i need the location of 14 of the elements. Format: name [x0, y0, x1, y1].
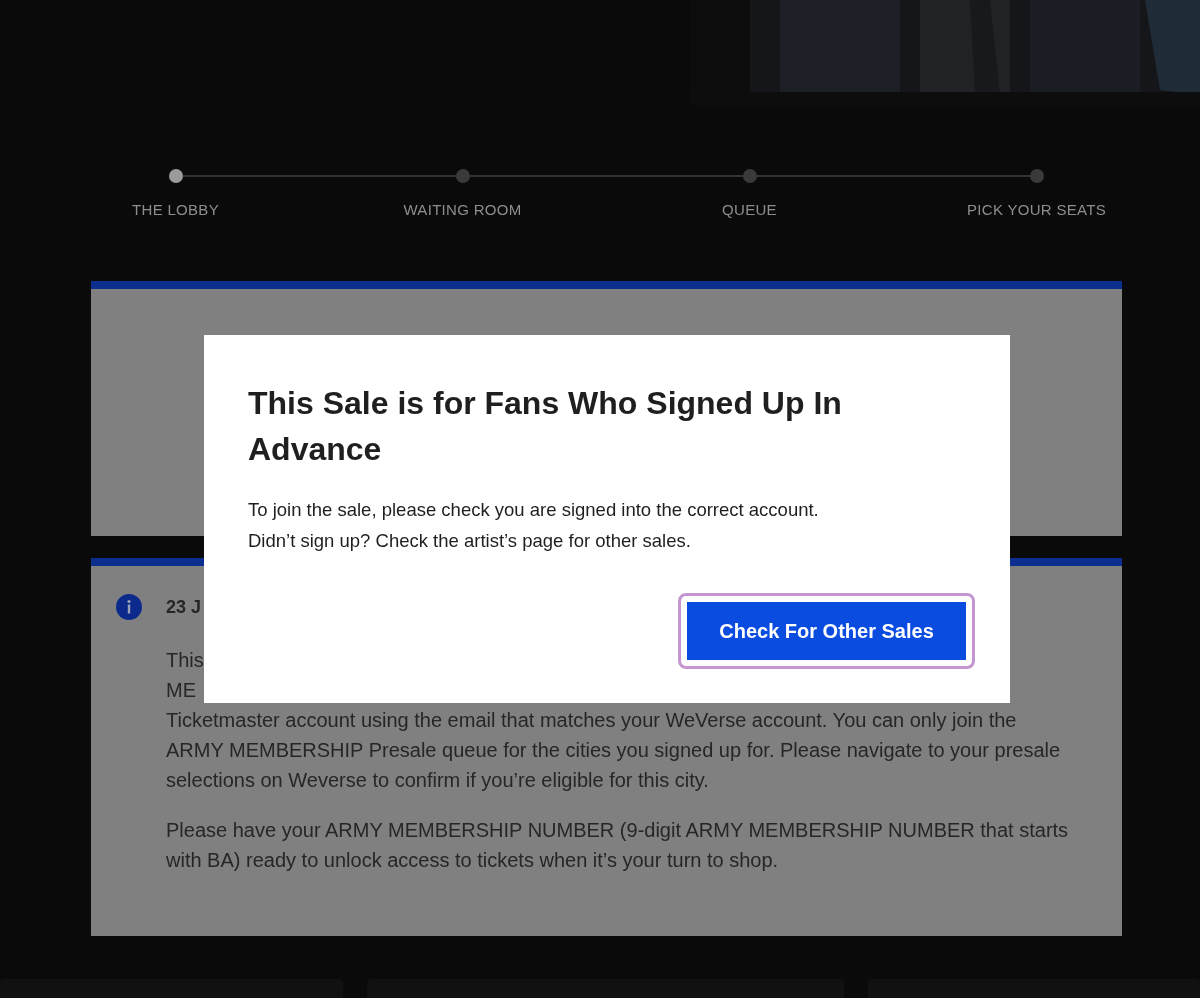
notice-text: ME — [166, 678, 197, 703]
step-label: QUEUE — [722, 201, 777, 218]
step-label: WAITING ROOM — [403, 201, 522, 218]
notice-text: Ticketmaster account using the email that matches your WeVerse account. You can only join the ARMY MEMBERSHIP Presale queue for the cities you signed up for. Please navigate to your presale selections on Weverse to confirm if you’re eligible for this city. — [166, 708, 1062, 793]
step-label: THE LOBBY — [132, 201, 219, 218]
notice-date: 23 J — [166, 595, 202, 619]
notice-text: This — [166, 648, 205, 673]
dialog-message: To join the sale, please check you are signed into the correct account. — [248, 498, 820, 522]
step-label: PICK YOUR SEATS — [967, 201, 1106, 218]
check-sales-button[interactable]: Check For Other Sales — [678, 593, 975, 669]
notice-text: Please have your ARMY MEMBERSHIP NUMBER (9-digit ARMY MEMBERSHIP NUMBER that starts with BA) ready to unlock access to tickets when it’s your turn to shop. — [166, 818, 1070, 873]
dialog-title: This Sale is for Fans Who Signed Up In Advance — [248, 384, 843, 469]
info-icon — [116, 594, 142, 620]
dialog-message: Didn’t sign up? Check the artist’s page for other sales. — [248, 529, 692, 553]
